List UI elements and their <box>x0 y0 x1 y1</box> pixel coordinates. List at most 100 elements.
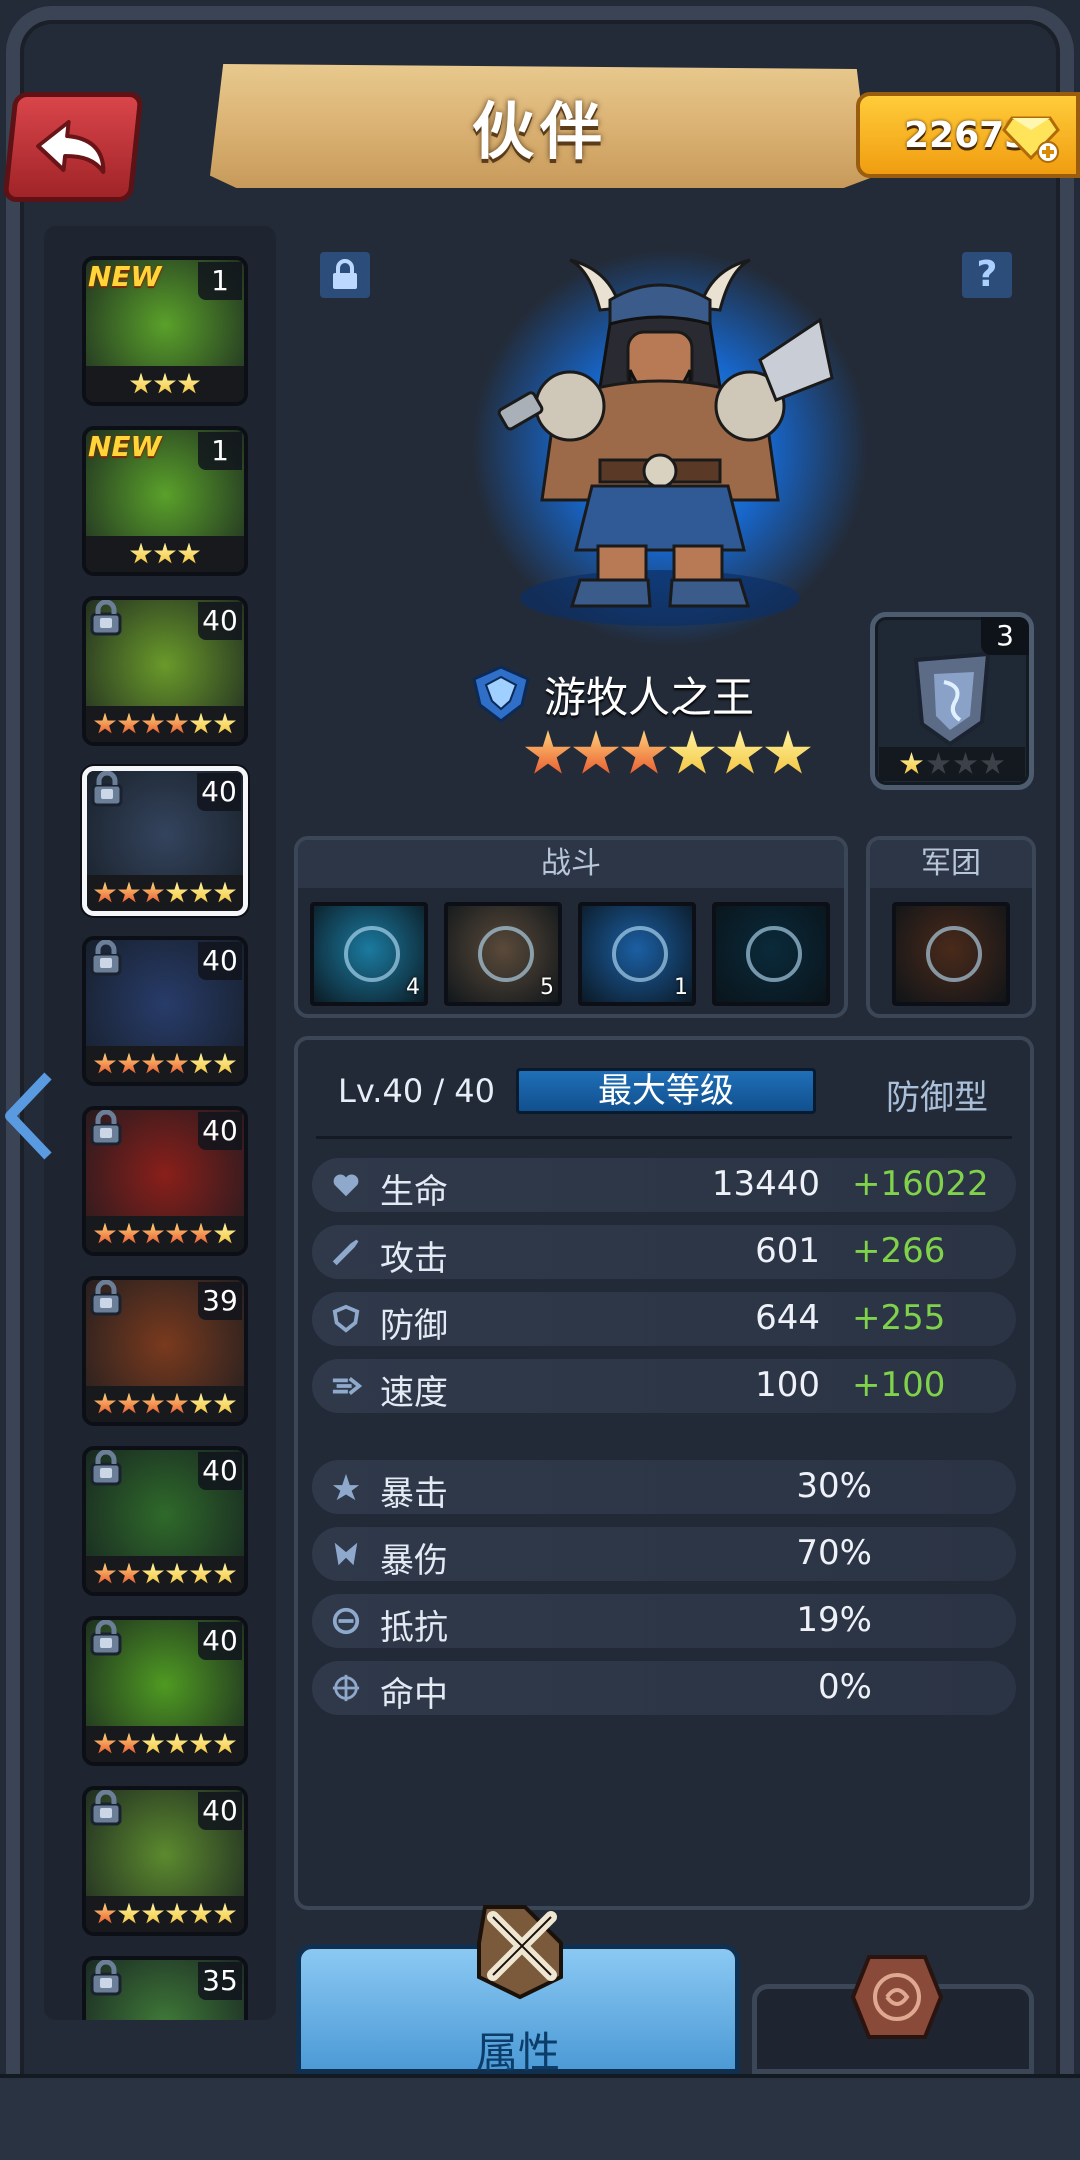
hero-portrait-nomad-king <box>497 258 834 626</box>
padlock-icon <box>90 1110 122 1146</box>
star-icon <box>213 1562 237 1584</box>
star-icon <box>117 1562 141 1584</box>
hero-card[interactable]: NEW 1 <box>82 426 248 576</box>
back-arrow-icon <box>36 120 106 174</box>
star-icon <box>117 712 141 734</box>
star-icon <box>141 712 165 734</box>
gem-plus-icon <box>1002 116 1060 163</box>
stat-value: 601 <box>755 1231 820 1271</box>
hero-card-stars <box>86 366 244 402</box>
star-icon <box>213 1732 237 1754</box>
stat-value: 644 <box>755 1298 820 1338</box>
hero-list[interactable]: NEW 1 NEW 1 40 40 40 40 39 40 40 40 35 <box>44 226 276 2020</box>
rune-circle-icon <box>746 926 802 982</box>
star-icon <box>189 1732 213 1754</box>
hero-level-tag: 40 <box>197 773 241 811</box>
rage-roar-icon <box>612 926 668 982</box>
stat-label: 速度 <box>380 1373 448 1413</box>
hero-card[interactable]: 40 <box>82 596 248 746</box>
hero-card[interactable]: 40 <box>82 1616 248 1766</box>
star-icon <box>213 1902 237 1924</box>
back-button[interactable] <box>2 92 144 202</box>
star-icon <box>93 1562 117 1584</box>
star-icon <box>620 730 668 774</box>
sword-icon <box>332 1239 359 1266</box>
gems-counter[interactable]: 22673 <box>856 92 1080 178</box>
star-icon <box>189 1562 213 1584</box>
skill-slot[interactable]: 5 <box>444 902 562 1006</box>
skill-slot[interactable] <box>892 902 1010 1006</box>
hero-role-type: 防御型 <box>886 1078 988 1118</box>
star-icon <box>572 730 620 774</box>
padlock-icon <box>90 1960 122 1996</box>
accuracy-icon <box>332 1674 360 1702</box>
hero-card-stars <box>87 875 243 911</box>
star-icon <box>117 881 141 903</box>
hero-card[interactable]: NEW 1 <box>82 256 248 406</box>
star-icon <box>213 712 237 734</box>
star-icon <box>93 1052 117 1074</box>
star-icon <box>189 712 213 734</box>
page-title: 伙伴 <box>471 95 608 168</box>
hero-card[interactable]: 40 <box>82 766 248 916</box>
stats-divider <box>316 1136 1012 1139</box>
star-icon <box>165 1732 189 1754</box>
hero-card-stars <box>86 1046 244 1082</box>
hero-star-rating <box>524 730 812 778</box>
stat-row: 暴伤 70% <box>312 1527 1016 1581</box>
skill-slot[interactable]: 4 <box>310 902 428 1006</box>
equipment-slot[interactable]: 3 <box>870 612 1034 790</box>
hero-card[interactable]: 40 <box>82 1106 248 1256</box>
hero-card[interactable]: 39 <box>82 1276 248 1426</box>
skill-slot[interactable]: 1 <box>578 902 696 1006</box>
star-icon <box>213 1392 237 1414</box>
star-icon <box>93 881 117 903</box>
stat-bonus: +266 <box>852 1231 946 1271</box>
star-icon <box>93 712 117 734</box>
lock-button[interactable] <box>320 252 370 298</box>
hero-card-stars <box>86 1386 244 1422</box>
speed-icon <box>332 1377 362 1395</box>
tab-attributes[interactable]: 属性 <box>296 1905 740 2077</box>
stat-row: 防御 644 +255 <box>312 1292 1016 1346</box>
stat-value: 13440 <box>711 1164 820 1204</box>
stat-row: 攻击 601 +266 <box>312 1225 1016 1279</box>
star-icon <box>980 752 1005 774</box>
star-icon <box>141 1732 165 1754</box>
shield-icon <box>332 1304 360 1333</box>
lock-icon <box>333 259 357 289</box>
rune-stone-icon <box>850 1955 944 2039</box>
star-icon <box>129 372 153 394</box>
bottom-bar <box>0 2074 1080 2160</box>
hero-card[interactable]: 40 <box>82 1786 248 1936</box>
padlock-icon <box>90 1790 122 1826</box>
legion-skills-panel: 军团 <box>866 836 1036 1018</box>
crit-damage-icon <box>334 1542 358 1566</box>
star-icon <box>213 1052 237 1074</box>
battle-skills-panel: 战斗 4 5 1 <box>294 836 848 1018</box>
star-icon <box>926 752 951 774</box>
star-icon <box>764 730 812 774</box>
hero-card[interactable]: 40 <box>82 936 248 1086</box>
hero-card-stars <box>86 1216 244 1252</box>
star-icon <box>165 712 189 734</box>
tab-runes[interactable] <box>752 1955 1034 2074</box>
star-icon <box>177 542 201 564</box>
hero-card[interactable]: 40 <box>82 1446 248 1596</box>
hero-card-stars <box>86 706 244 742</box>
star-icon <box>93 1392 117 1414</box>
star-icon <box>141 1902 165 1924</box>
help-button[interactable]: ? <box>962 252 1012 298</box>
stat-value: 30% <box>796 1466 872 1506</box>
star-icon <box>129 542 153 564</box>
resist-icon <box>332 1607 360 1635</box>
skill-level: 5 <box>540 975 554 1000</box>
skill-slot[interactable] <box>712 902 830 1006</box>
star-icon <box>899 752 924 774</box>
shaman-totem-icon <box>926 926 982 982</box>
star-icon <box>141 1052 165 1074</box>
scroll-left-arrow-icon[interactable] <box>2 1070 58 1162</box>
hero-level-tag: 1 <box>198 432 242 470</box>
star-icon <box>189 1222 213 1244</box>
hero-card[interactable]: 35 <box>82 1956 248 2020</box>
